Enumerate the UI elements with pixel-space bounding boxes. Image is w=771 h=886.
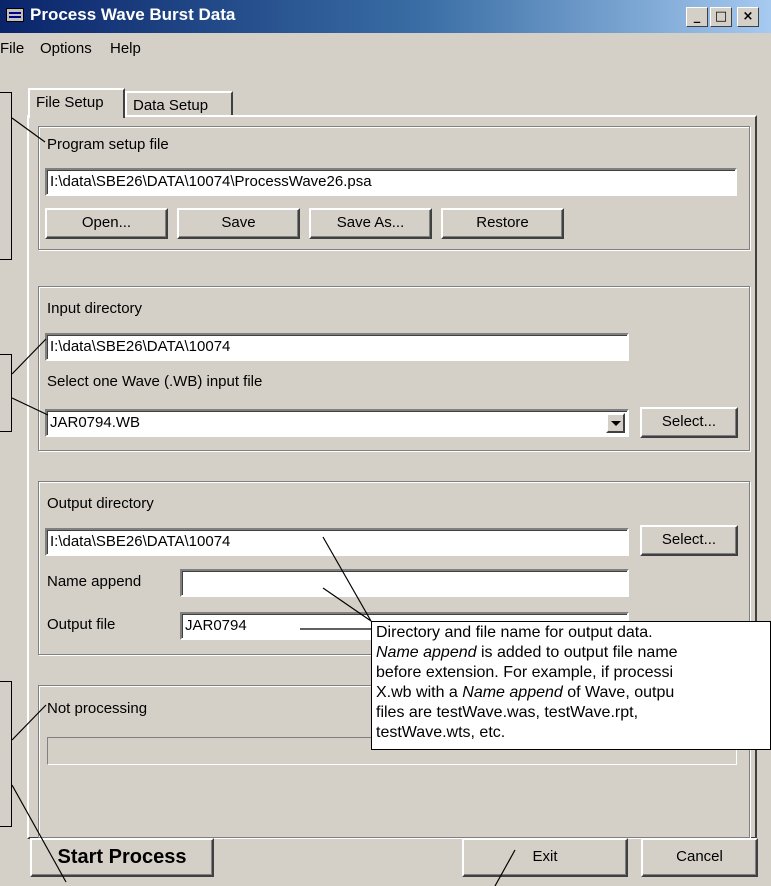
save-button[interactable]: Save <box>177 208 300 239</box>
program-setup-label: Program setup file <box>47 136 169 153</box>
callout-line: Name append is added to output file name <box>376 644 678 661</box>
open-button[interactable]: Open... <box>45 208 168 239</box>
input-directory-label: Input directory <box>47 300 143 317</box>
tab-file-setup[interactable]: File Setup <box>28 88 125 118</box>
name-append-label: Name append <box>47 573 142 590</box>
start-process-button[interactable]: Start Process <box>30 838 214 877</box>
minimize-button[interactable]: _ <box>686 7 708 27</box>
menu-options[interactable]: Options <box>40 40 92 57</box>
app-window: Process Wave Burst Data _ □ × File Optio… <box>0 0 771 886</box>
annotation-bracket-setup <box>0 92 12 260</box>
exit-button[interactable]: Exit <box>462 838 628 877</box>
tab-data-setup-label: Data Setup <box>133 97 209 114</box>
app-icon <box>6 8 24 22</box>
output-file-label: Output file <box>47 616 116 633</box>
maximize-button[interactable]: □ <box>710 7 732 27</box>
callout-line: Directory and file name for output data. <box>376 624 653 641</box>
input-file-combo[interactable]: JAR0794.WB <box>45 409 629 437</box>
tab-data-setup[interactable]: Data Setup <box>125 91 233 117</box>
annotation-bracket-status <box>0 681 12 827</box>
input-directory-field[interactable]: I:\data\SBE26\DATA\10074 <box>45 333 629 361</box>
output-select-button[interactable]: Select... <box>640 525 738 556</box>
name-append-field[interactable] <box>180 569 629 597</box>
menu-help[interactable]: Help <box>110 40 141 57</box>
callout-line: files are testWave.was, testWave.rpt, <box>376 704 639 721</box>
callout-line: X.wb with a Name append of Wave, outpu <box>376 684 675 701</box>
program-setup-path-field[interactable]: I:\data\SBE26\DATA\10074\ProcessWave26.p… <box>45 168 737 196</box>
output-directory-field[interactable]: I:\data\SBE26\DATA\10074 <box>45 528 629 556</box>
input-file-label: Select one Wave (.WB) input file <box>47 373 263 390</box>
dropdown-arrow-icon[interactable] <box>606 413 625 433</box>
input-file-value: JAR0794.WB <box>50 414 141 431</box>
status-text: Not processing <box>47 700 148 717</box>
tab-file-setup-label: File Setup <box>36 94 104 111</box>
annotation-bracket-input <box>0 354 12 432</box>
window-title: Process Wave Burst Data <box>30 5 236 24</box>
restore-button[interactable]: Restore <box>441 208 564 239</box>
cancel-button[interactable]: Cancel <box>641 838 758 877</box>
close-button[interactable]: × <box>737 7 759 27</box>
callout-line: testWave.wts, etc. <box>376 724 506 741</box>
callout-line: before extension. For example, if proces… <box>376 664 674 681</box>
callout-output-explanation: Directory and file name for output data.… <box>371 621 771 750</box>
menu-file[interactable]: File <box>0 40 24 57</box>
title-bar[interactable]: Process Wave Burst Data _ □ × <box>0 0 771 33</box>
save-as-button[interactable]: Save As... <box>309 208 432 239</box>
output-directory-label: Output directory <box>47 495 154 512</box>
input-select-button[interactable]: Select... <box>640 407 738 438</box>
